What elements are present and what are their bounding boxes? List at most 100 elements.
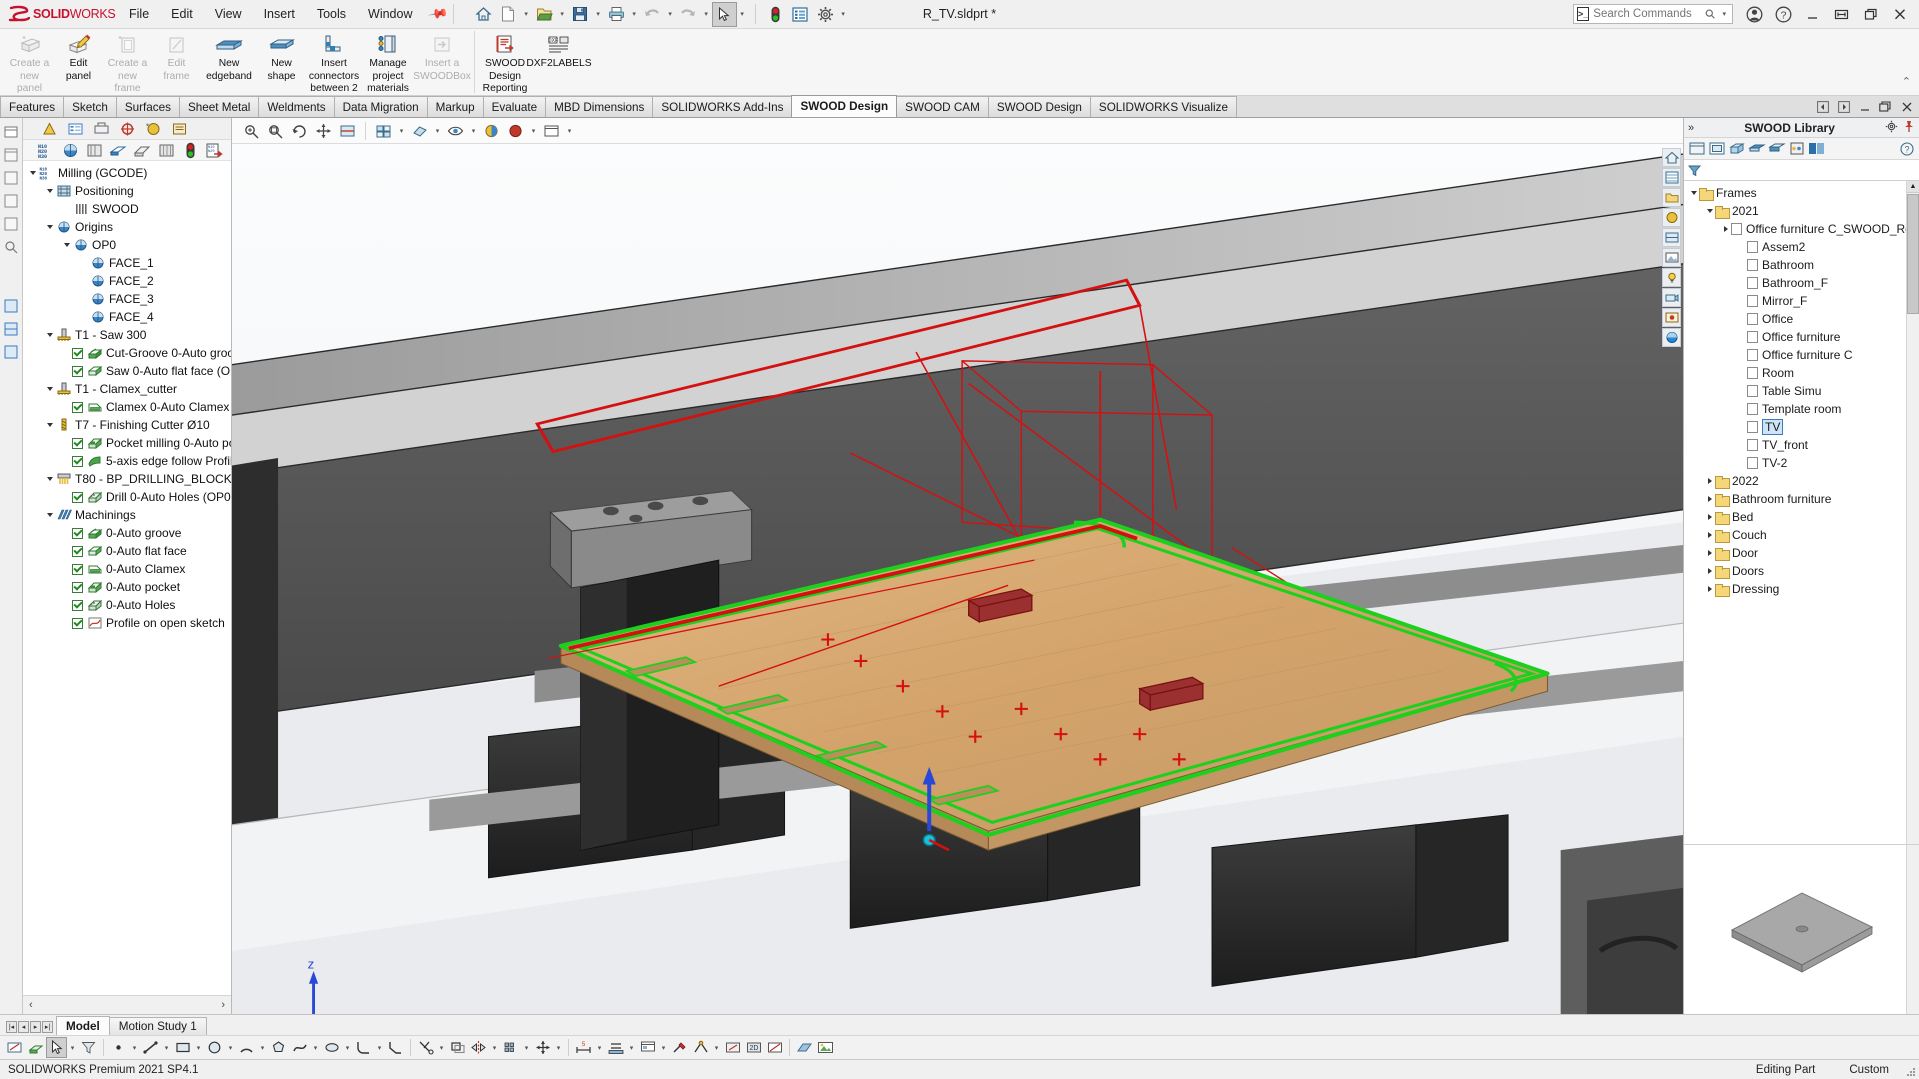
tab-data-migration[interactable]: Data Migration — [334, 96, 428, 117]
expand-panel-chevron-icon[interactable]: » — [1688, 122, 1694, 134]
new-edgeband-button[interactable]: New edgeband — [201, 29, 257, 82]
library-scrollbar[interactable]: ▲ — [1906, 181, 1919, 844]
panel-icon[interactable] — [1687, 139, 1706, 158]
decals-icon[interactable] — [1662, 308, 1681, 327]
gear-dropdown-icon[interactable]: ▾ — [838, 10, 849, 18]
lights-icon[interactable] — [1662, 268, 1681, 287]
tab-surfaces[interactable]: Surfaces — [116, 96, 180, 117]
edit-frame-button[interactable]: Edit frame — [152, 29, 201, 82]
expand-collapse-icon[interactable] — [1704, 550, 1715, 556]
feature-tree-item[interactable]: OP0 — [23, 236, 231, 254]
quick-snap-dropdown-icon[interactable]: ▾ — [711, 1044, 722, 1052]
scene-icon[interactable] — [504, 120, 527, 142]
resize-grip-icon[interactable] — [1905, 1066, 1917, 1078]
fillet-dropdown-icon[interactable]: ▾ — [374, 1044, 385, 1052]
tab-nav-buttons[interactable]: |◂ ◂ ▸ ▸| — [0, 1021, 56, 1035]
relation-icon[interactable] — [605, 1037, 626, 1058]
library-tree-item[interactable]: Couch — [1684, 526, 1919, 544]
tab-first-icon[interactable]: |◂ — [6, 1021, 17, 1033]
library-tree-item[interactable]: Table Simu — [1684, 382, 1919, 400]
rail-appearances-icon[interactable] — [2, 168, 21, 187]
new-document-dropdown-icon[interactable]: ▾ — [521, 10, 532, 18]
polygon-icon[interactable] — [268, 1037, 289, 1058]
expand-collapse-icon[interactable] — [1704, 568, 1715, 574]
dimxpert-tab[interactable] — [115, 119, 139, 139]
pin-icon[interactable] — [1903, 120, 1915, 136]
restore-button[interactable] — [1828, 2, 1855, 27]
post-process-icon[interactable]: N10N20 — [203, 141, 225, 160]
library-tree-item[interactable]: Frames — [1684, 184, 1919, 202]
feature-tree-item[interactable]: FACE_1 — [23, 254, 231, 272]
tab-sheet-metal[interactable]: Sheet Metal — [179, 96, 259, 117]
shape-icon[interactable] — [1767, 139, 1786, 158]
tree-scroll-left[interactable]: ‹ — [29, 999, 33, 1011]
library-filter-input[interactable] — [1705, 164, 1885, 176]
ellipse-dropdown-icon[interactable]: ▾ — [342, 1044, 353, 1052]
operation-checkbox[interactable] — [72, 600, 83, 611]
library-tree-item[interactable]: Dressing — [1684, 580, 1919, 598]
gear-icon[interactable] — [813, 2, 838, 27]
next-pane-icon[interactable] — [1837, 100, 1850, 113]
library-tree-item[interactable]: Template room — [1684, 400, 1919, 418]
select-dropdown-icon[interactable]: ▾ — [737, 10, 748, 18]
tree-scroll-right[interactable]: › — [221, 999, 225, 1011]
expand-collapse-icon[interactable] — [1704, 514, 1715, 520]
tab-prev-icon[interactable]: ◂ — [18, 1021, 29, 1033]
feature-tree-item[interactable]: SWOOD — [23, 200, 231, 218]
library-tree-item[interactable]: Bathroom — [1684, 256, 1919, 274]
undo-icon[interactable] — [640, 2, 665, 27]
expand-collapse-icon[interactable] — [1704, 496, 1715, 502]
library-tree-item[interactable]: TV-2 — [1684, 454, 1919, 472]
expand-collapse-icon[interactable] — [44, 387, 55, 391]
library-tree-item[interactable]: Room — [1684, 364, 1919, 382]
display-states-icon[interactable] — [1662, 228, 1681, 247]
doc-restore-icon[interactable] — [1879, 100, 1892, 113]
quick-access-toolbar[interactable]: ▾ ▾ ▾ ▾ ▾ ▾ ▾ — [471, 2, 849, 27]
undo-dropdown-icon[interactable]: ▾ — [665, 10, 676, 18]
close-button[interactable] — [1886, 2, 1913, 27]
open-dropdown-icon[interactable]: ▾ — [557, 10, 568, 18]
expand-collapse-icon[interactable] — [1704, 586, 1715, 592]
zoom-fit-icon[interactable] — [240, 120, 263, 142]
instant2d-icon[interactable]: 2D — [743, 1037, 764, 1058]
pattern-dropdown-icon[interactable]: ▾ — [521, 1044, 532, 1052]
feature-tree[interactable]: N10N20N30Milling (GCODE)PositioningSWOOD… — [23, 161, 231, 995]
trim-icon[interactable] — [415, 1037, 436, 1058]
expand-collapse-icon[interactable] — [1704, 478, 1715, 484]
pattern-icon[interactable] — [500, 1037, 521, 1058]
rectangle-dropdown-icon[interactable]: ▾ — [193, 1044, 204, 1052]
pocket-icon[interactable] — [131, 141, 153, 160]
line-icon[interactable] — [140, 1037, 161, 1058]
dimension-icon[interactable]: 5 — [573, 1037, 594, 1058]
material-icon[interactable] — [1807, 139, 1826, 158]
swood-cam-tab[interactable] — [167, 119, 191, 139]
open-folder-icon[interactable] — [532, 2, 557, 27]
feature-tree-item[interactable]: Pocket milling 0-Auto pocket ( — [23, 434, 231, 452]
rotate-view-icon[interactable] — [288, 120, 311, 142]
menu-bar[interactable]: File Edit View Insert Tools Window 📌 — [118, 4, 446, 24]
maximize-button[interactable] — [1857, 2, 1884, 27]
feature-tree-item[interactable]: 0-Auto flat face — [23, 542, 231, 560]
fillet-icon[interactable] — [353, 1037, 374, 1058]
move-dropdown-icon[interactable]: ▾ — [553, 1044, 564, 1052]
select-arrow-icon[interactable] — [46, 1037, 67, 1058]
frame-icon[interactable] — [1707, 139, 1726, 158]
circle-dropdown-icon[interactable]: ▾ — [225, 1044, 236, 1052]
home-view-icon[interactable] — [1662, 148, 1681, 167]
tab-sketch[interactable]: Sketch — [63, 96, 117, 117]
rail-search-icon[interactable] — [2, 237, 21, 256]
search-input[interactable] — [1593, 8, 1701, 20]
feature-tree-item[interactable]: N10N20N30Milling (GCODE) — [23, 164, 231, 182]
sketch-icon[interactable] — [4, 1037, 25, 1058]
help-icon[interactable]: ? — [1770, 2, 1797, 27]
dimension-dropdown-icon[interactable]: ▾ — [594, 1044, 605, 1052]
tab-next-icon[interactable]: ▸ — [30, 1021, 41, 1033]
swood-design-reporting-button[interactable]: SWOOD Design Reporting — [479, 29, 531, 95]
feature-tree-item[interactable]: T1 - Clamex_cutter — [23, 380, 231, 398]
display-manager-tab[interactable] — [141, 119, 165, 139]
library-tree-item[interactable]: Office — [1684, 310, 1919, 328]
prev-pane-icon[interactable] — [1816, 100, 1829, 113]
no-solve-icon[interactable] — [764, 1037, 785, 1058]
expand-collapse-icon[interactable] — [1704, 209, 1715, 213]
expand-collapse-icon[interactable] — [44, 477, 55, 481]
